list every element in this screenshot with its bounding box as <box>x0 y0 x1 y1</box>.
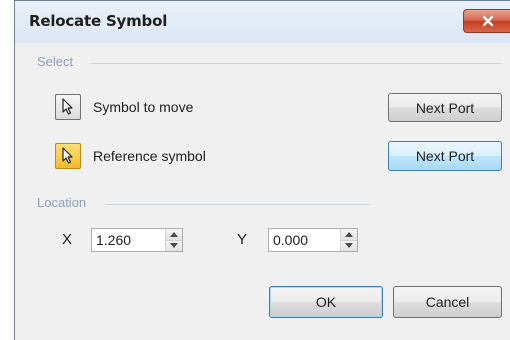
symbol-to-move-next-port-button[interactable]: Next Port <box>388 93 502 122</box>
pointer-arrow-icon <box>62 98 73 115</box>
close-icon <box>482 15 493 27</box>
x-coordinate-input[interactable] <box>92 229 165 251</box>
x-spin-up-button[interactable] <box>165 229 182 240</box>
dialog-body: Select Symbol to move Next Port Referenc… <box>15 43 510 340</box>
arrow-up-icon <box>344 231 353 237</box>
close-button[interactable] <box>463 9 510 33</box>
y-coordinate-spinbox <box>268 228 358 252</box>
title-bar[interactable]: Relocate Symbol <box>15 1 510 43</box>
arrow-down-icon <box>344 243 353 249</box>
reference-symbol-label: Reference symbol <box>93 148 206 164</box>
x-spin-down-button[interactable] <box>165 239 182 251</box>
ok-button[interactable]: OK <box>269 286 383 318</box>
arrow-up-icon <box>169 231 178 237</box>
relocate-symbol-dialog: Relocate Symbol Select Symbol to move Ne… <box>14 0 510 340</box>
window-title: Relocate Symbol <box>29 12 168 30</box>
arrow-down-icon <box>169 243 178 249</box>
symbol-to-move-label: Symbol to move <box>93 99 194 115</box>
select-group-label: Select <box>37 54 74 69</box>
y-spin-buttons <box>339 229 357 251</box>
select-group-divider <box>91 63 501 64</box>
y-coordinate-input[interactable] <box>269 229 340 251</box>
symbol-to-move-pick-button[interactable] <box>55 94 81 120</box>
y-spin-down-button[interactable] <box>340 239 357 251</box>
location-group-divider <box>106 204 370 205</box>
reference-symbol-next-port-button[interactable]: Next Port <box>388 141 502 171</box>
location-group-label: Location <box>37 195 87 210</box>
x-coordinate-label: X <box>62 231 73 248</box>
reference-symbol-pick-button[interactable] <box>55 143 81 169</box>
x-spin-buttons <box>164 229 182 251</box>
x-coordinate-spinbox <box>91 228 183 252</box>
pointer-arrow-icon <box>62 147 73 164</box>
y-coordinate-label: Y <box>237 231 248 248</box>
cancel-button[interactable]: Cancel <box>393 286 502 318</box>
y-spin-up-button[interactable] <box>340 229 357 240</box>
